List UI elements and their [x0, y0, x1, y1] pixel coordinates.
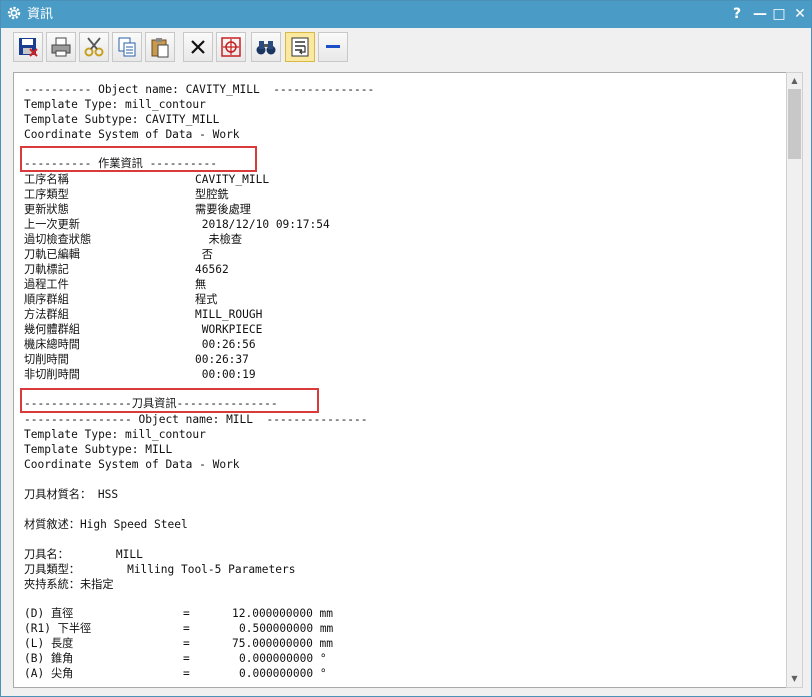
wrap-text-button[interactable]: [285, 32, 315, 62]
tool-param-equals: =: [183, 607, 190, 620]
tool-param-label: (A) 尖角: [24, 667, 74, 680]
highlight-box-operation-info: [20, 146, 257, 172]
tool-param-value: 0.000000000 °: [239, 667, 327, 680]
cut-button[interactable]: [79, 32, 109, 62]
tool-param-value: 0.500000000 mm: [239, 622, 334, 635]
tool-template-subtype: Template Subtype: MILL: [24, 443, 173, 456]
close-button[interactable]: ✕: [790, 4, 810, 24]
operation-template-type: Template Type: mill_contour: [24, 98, 206, 111]
operation-info-value: 00:26:37: [195, 353, 249, 366]
operation-info-value: 46562: [195, 263, 229, 276]
operation-info-value: WORKPIECE: [195, 323, 263, 336]
find-button[interactable]: [251, 32, 281, 62]
tool-param-label: (R1) 下半徑: [24, 622, 92, 635]
operation-info-value: 需要後處理: [195, 203, 251, 216]
operation-info-value: 程式: [195, 293, 218, 306]
delete-button[interactable]: [183, 32, 213, 62]
copy-button[interactable]: [112, 32, 142, 62]
tool-param-equals: =: [183, 667, 190, 680]
target-button[interactable]: [216, 32, 246, 62]
operation-object-header: ---------- Object name: CAVITY_MILL ----…: [24, 83, 375, 96]
operation-info-label: 順序群組: [24, 293, 69, 306]
tool-object-header: ---------------- Object name: MILL -----…: [24, 413, 368, 426]
window-title: 資訊: [27, 7, 54, 22]
tool-coordinate-system: Coordinate System of Data - Work: [24, 458, 240, 471]
wrap-text-icon: [291, 37, 309, 57]
operation-info-label: 刀軌已編輯: [24, 248, 80, 261]
operation-info-label: 更新狀態: [24, 203, 69, 216]
copy-icon: [118, 37, 136, 57]
operation-template-subtype: Template Subtype: CAVITY_MILL: [24, 113, 220, 126]
operation-info-label: 非切削時間: [24, 368, 80, 381]
save-button[interactable]: [13, 32, 43, 62]
operation-info-label: 方法群組: [24, 308, 69, 321]
tool-param-label: (D) 直徑: [24, 607, 74, 620]
info-window: 資訊 ? — □ ✕ ---------- Object name: CAVIT…: [0, 0, 812, 697]
operation-info-value: 未檢查: [195, 233, 243, 246]
scroll-down-icon[interactable]: ▼: [787, 671, 802, 687]
holder-system-line: 夾持系統：未指定: [24, 578, 114, 591]
tool-param-value: 75.000000000 mm: [232, 637, 334, 650]
tool-param-label: (L) 長度: [24, 637, 74, 650]
operation-info-label: 工序名稱: [24, 173, 69, 186]
highlight-box-tool-info: [20, 388, 319, 413]
gear-icon[interactable]: [6, 5, 22, 23]
target-icon: [221, 37, 241, 57]
operation-info-value: MILL_ROUGH: [195, 308, 263, 321]
tool-template-type: Template Type: mill_contour: [24, 428, 206, 441]
operation-info-label: 工序類型: [24, 188, 69, 201]
operation-info-label: 過程工件: [24, 278, 69, 291]
tool-material-line: 刀具材質名： HSS: [24, 488, 119, 501]
operation-info-value: 型腔銑: [195, 188, 229, 201]
paste-button[interactable]: [145, 32, 175, 62]
minimize-text-button[interactable]: [318, 32, 348, 62]
operation-info-label: 機床總時間: [24, 338, 80, 351]
maximize-button[interactable]: □: [769, 4, 789, 24]
vertical-scrollbar[interactable]: ▲ ▼: [786, 72, 803, 688]
tool-param-label: (B) 錐角: [24, 652, 74, 665]
operation-info-value: CAVITY_MILL: [195, 173, 270, 186]
tool-type-line: 刀具類型： Milling Tool-5 Parameters: [24, 563, 296, 576]
operation-info-label: 幾何體群組: [24, 323, 80, 336]
tool-param-equals: =: [183, 622, 190, 635]
toolbar: [1, 28, 811, 68]
scroll-thumb[interactable]: [788, 89, 801, 159]
print-icon: [51, 37, 71, 57]
tool-param-value: 0.000000000 °: [239, 652, 327, 665]
operation-info-value: 00:00:19: [195, 368, 256, 381]
minimize-button[interactable]: —: [750, 4, 770, 24]
minus-icon: [326, 45, 340, 48]
delete-icon: [191, 40, 205, 54]
tool-param-equals: =: [183, 637, 190, 650]
operation-info-label: 過切檢查狀態: [24, 233, 92, 246]
operation-info-value: 00:26:56: [195, 338, 256, 351]
operation-info-label: 上一次更新: [24, 218, 80, 231]
info-text-area[interactable]: ---------- Object name: CAVITY_MILL ----…: [13, 72, 788, 688]
operation-info-value: 2018/12/10 09:17:54: [195, 218, 330, 231]
print-button[interactable]: [46, 32, 76, 62]
scroll-up-icon[interactable]: ▲: [787, 73, 802, 89]
operation-info-value: 否: [195, 248, 213, 261]
binoculars-icon: [256, 41, 276, 55]
tool-param-equals: =: [183, 652, 190, 665]
help-button[interactable]: ?: [727, 4, 747, 24]
title-bar: 資訊 ? — □ ✕: [1, 1, 811, 28]
tool-param-value: 12.000000000 mm: [232, 607, 334, 620]
operation-info-label: 刀軌標記: [24, 263, 69, 276]
operation-coordinate-system: Coordinate System of Data - Work: [24, 128, 240, 141]
paste-icon: [151, 38, 169, 58]
save-icon: [19, 38, 38, 57]
operation-info-value: 無: [195, 278, 207, 291]
operation-info-label: 切削時間: [24, 353, 69, 366]
tool-name-line: 刀具名： MILL: [24, 548, 143, 561]
material-description-line: 材質敘述：High Speed Steel: [24, 518, 188, 531]
cut-icon: [84, 37, 104, 57]
